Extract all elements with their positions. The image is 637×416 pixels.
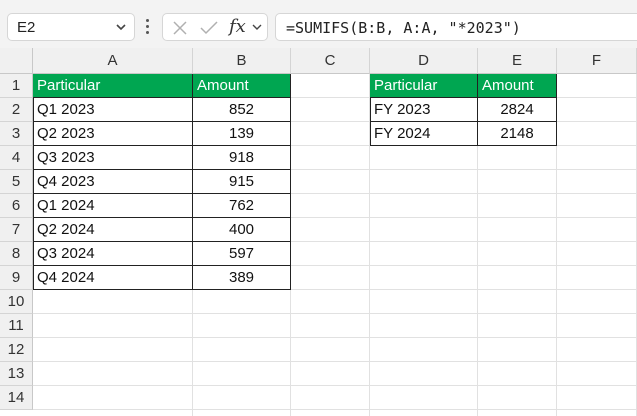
cell-b6[interactable]: 762	[193, 194, 291, 218]
column-header-d[interactable]: D	[370, 48, 478, 74]
row-header-14[interactable]: 14	[0, 386, 33, 410]
column-header-a[interactable]: A	[33, 48, 193, 74]
cell-a8[interactable]: Q3 2024	[33, 242, 193, 266]
cell-a1[interactable]: Particular	[33, 74, 193, 98]
row-header-2[interactable]: 2	[0, 98, 33, 122]
row-header-1[interactable]: 1	[0, 74, 33, 98]
cell-a6[interactable]: Q1 2024	[33, 194, 193, 218]
cell-e2[interactable]: 2824	[478, 98, 557, 122]
more-options-icon[interactable]	[146, 19, 150, 37]
column-header-c[interactable]: C	[291, 48, 370, 74]
chevron-down-icon[interactable]	[251, 21, 263, 33]
row-header-12[interactable]: 12	[0, 338, 33, 362]
row-header-4[interactable]: 4	[0, 146, 33, 170]
gridline	[33, 361, 637, 362]
cell-b3[interactable]: 139	[193, 122, 291, 146]
cell-a2[interactable]: Q1 2023	[33, 98, 193, 122]
row-header-13[interactable]: 13	[0, 362, 33, 386]
column-header-b[interactable]: B	[193, 48, 291, 74]
gridline	[33, 409, 637, 410]
name-box-value: E2	[17, 19, 36, 36]
cell-d3[interactable]: FY 2024	[370, 122, 478, 146]
formula-text: =SUMIFS(B:B, A:A, "*2023")	[286, 19, 521, 37]
chevron-down-icon[interactable]	[114, 20, 128, 34]
name-box[interactable]: E2	[7, 13, 135, 41]
row-header-7[interactable]: 7	[0, 218, 33, 242]
row-header-9[interactable]: 9	[0, 266, 33, 290]
row-header-3[interactable]: 3	[0, 122, 33, 146]
cell-a9[interactable]: Q4 2024	[33, 266, 193, 290]
cell-b5[interactable]: 915	[193, 170, 291, 194]
formula-buttons: fx	[162, 13, 268, 41]
cell-b2[interactable]: 852	[193, 98, 291, 122]
gridline	[33, 337, 637, 338]
row-header-6[interactable]: 6	[0, 194, 33, 218]
column-header-f[interactable]: F	[557, 48, 637, 74]
enter-check-icon[interactable]	[199, 19, 219, 37]
gridline	[33, 313, 637, 314]
cancel-icon[interactable]	[171, 19, 189, 37]
cell-b8[interactable]: 597	[193, 242, 291, 266]
select-all-corner[interactable]	[0, 48, 33, 74]
cell-b1[interactable]: Amount	[193, 74, 291, 98]
cell-a7[interactable]: Q2 2024	[33, 218, 193, 242]
formula-bar-area: E2 fx =SUMIFS(B:B, A:A, "*2023")	[0, 0, 637, 48]
row-header-11[interactable]: 11	[0, 314, 33, 338]
insert-function-icon[interactable]: fx	[229, 16, 246, 37]
column-header-e[interactable]: E	[478, 48, 557, 74]
row-header-10[interactable]: 10	[0, 290, 33, 314]
gridline	[33, 385, 637, 386]
row-header-8[interactable]: 8	[0, 242, 33, 266]
cell-b4[interactable]: 918	[193, 146, 291, 170]
cell-e1[interactable]: Amount	[478, 74, 557, 98]
cell-b7[interactable]: 400	[193, 218, 291, 242]
formula-input[interactable]: =SUMIFS(B:B, A:A, "*2023")	[275, 13, 637, 41]
row-header-5[interactable]: 5	[0, 170, 33, 194]
cell-e3[interactable]: 2148	[478, 122, 557, 146]
cell-b9[interactable]: 389	[193, 266, 291, 290]
cell-a3[interactable]: Q2 2023	[33, 122, 193, 146]
cell-a5[interactable]: Q4 2023	[33, 170, 193, 194]
cell-d1[interactable]: Particular	[370, 74, 478, 98]
cell-a4[interactable]: Q3 2023	[33, 146, 193, 170]
cell-d2[interactable]: FY 2023	[370, 98, 478, 122]
